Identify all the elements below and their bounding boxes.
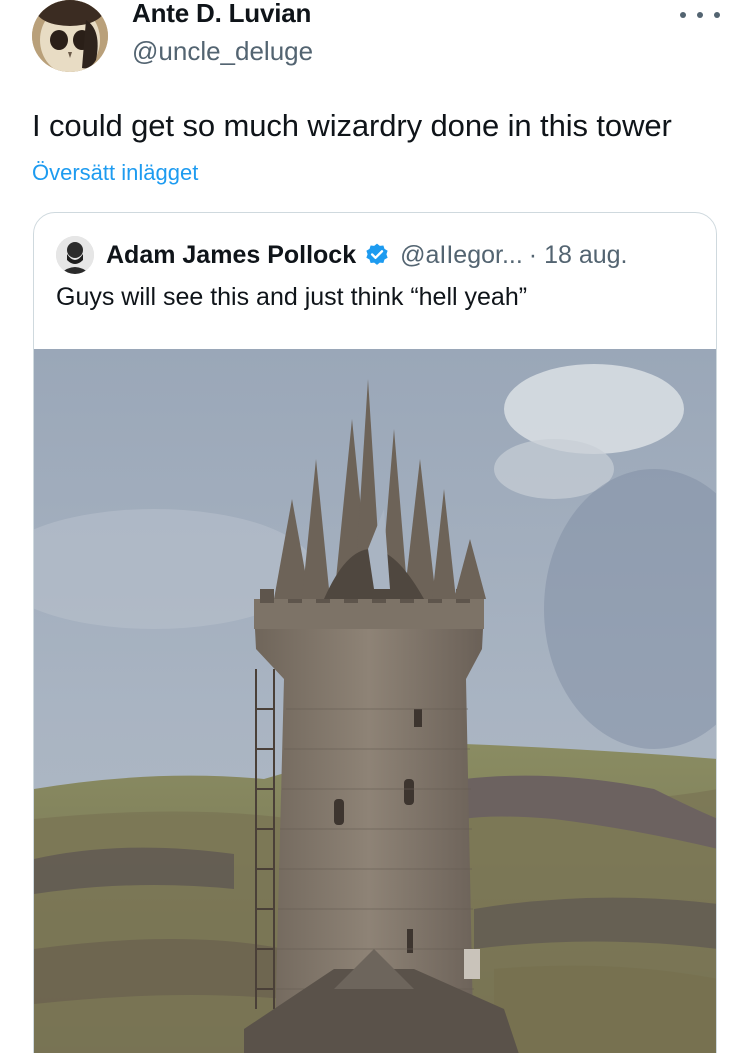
author-display-name[interactable]: Ante D. Luvian xyxy=(132,0,311,29)
translate-post-link[interactable]: Översätt inlägget xyxy=(32,160,198,186)
quoted-tweet-card[interactable]: Adam James Pollock @aIIegor... · 18 aug.… xyxy=(33,212,717,1053)
quoted-tweet-header: Adam James Pollock @aIIegor... · 18 aug. xyxy=(56,235,627,275)
tweet-text: I could get so much wizardry done in thi… xyxy=(32,108,672,143)
tower-photo xyxy=(34,349,716,1053)
quote-date: · 18 aug. xyxy=(528,240,628,269)
bearded-man-avatar-icon xyxy=(56,236,94,274)
quote-author-display-name: Adam James Pollock xyxy=(106,240,357,269)
verified-badge-icon xyxy=(366,243,388,265)
quoted-tweet-image[interactable] xyxy=(34,349,716,1053)
quote-author-avatar xyxy=(56,236,94,274)
tweet-header: Ante D. Luvian @uncle_deluge xyxy=(0,0,750,90)
more-dots-icon xyxy=(680,12,686,18)
author-avatar[interactable] xyxy=(32,0,108,72)
quote-author-handle: @aIIegor... xyxy=(400,240,523,269)
more-dot xyxy=(697,12,703,18)
skull-mask-avatar-icon xyxy=(32,0,108,72)
more-options-button[interactable] xyxy=(680,0,720,30)
more-dot xyxy=(714,12,720,18)
author-handle[interactable]: @uncle_deluge xyxy=(132,36,313,67)
quoted-tweet-text: Guys will see this and just think “hell … xyxy=(56,283,528,311)
